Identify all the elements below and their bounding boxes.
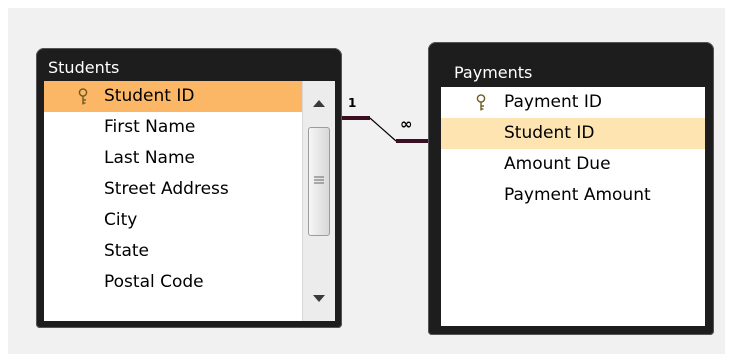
relationship-one-label: 1 bbox=[348, 96, 357, 110]
relationships-canvas: Students Student ID First Name Last Name… bbox=[8, 8, 725, 354]
relationship-many-label: ∞ bbox=[400, 115, 413, 133]
relationship-line[interactable] bbox=[8, 8, 725, 354]
